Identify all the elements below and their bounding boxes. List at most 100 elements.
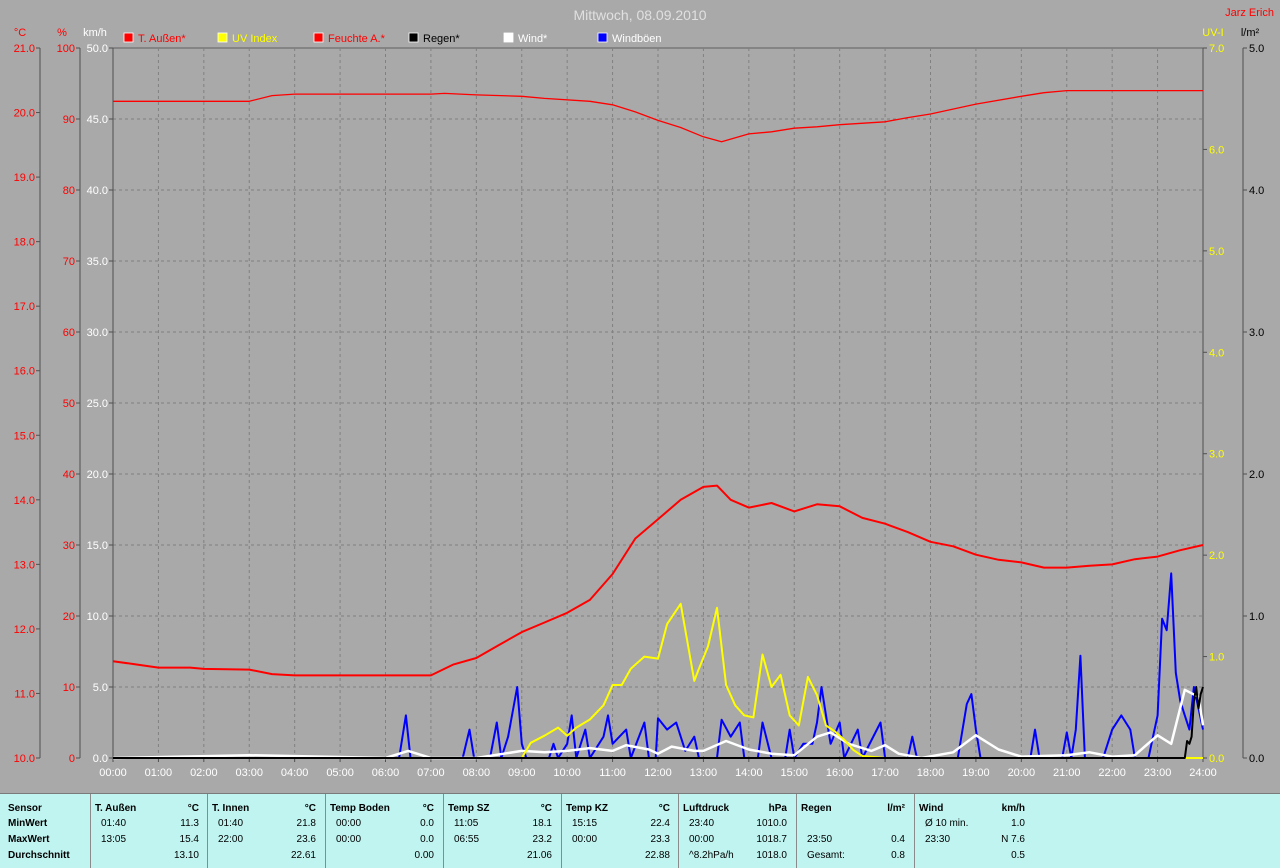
legend-label: Regen* — [423, 33, 460, 45]
series-line-t-au-en — [112, 484, 1204, 677]
humidity-axis-tick-label: 0 — [69, 753, 75, 765]
time-axis-tick-label: 01:00 — [145, 767, 173, 779]
stat-unit: °C — [187, 803, 199, 814]
legend-swatch — [313, 32, 324, 43]
legend-swatch — [123, 32, 134, 43]
temp-axis-tick-label: 10.0 — [14, 753, 35, 765]
stat-column: T. Innen °C 01:40 21.8 22:00 23.6 22.61 — [207, 794, 320, 868]
time-axis-tick-label: 12:00 — [644, 767, 672, 779]
uv-axis-tick-label: 5.0 — [1209, 246, 1224, 258]
uv-axis-tick-label: 0.0 — [1209, 753, 1224, 765]
stat-name: Temp SZ — [448, 803, 490, 814]
stat-max-time: 00:00 — [336, 834, 362, 845]
stat-name: Regen — [801, 803, 832, 814]
temp-axis-tick-label: 16.0 — [14, 366, 35, 378]
stat-avg: 22.88 — [644, 850, 670, 861]
stat-max-time: 00:00 — [572, 834, 598, 845]
stat-column: Temp Boden °C 00:00 0.0 00:00 0.0 0.00 — [325, 794, 438, 868]
stat-min-time: 11:05 — [454, 818, 479, 829]
stat-min-time: 01:40 — [101, 818, 127, 829]
stat-max-time: 00:00 — [689, 834, 715, 845]
time-axis-tick-label: 00:00 — [99, 767, 127, 779]
statistics-panel: Sensor MinWert MaxWert Durchschnitt T. A… — [0, 793, 1280, 868]
wind-axis-tick-label: 0.0 — [93, 753, 108, 765]
rain-axis-tick-label: 5.0 — [1249, 43, 1264, 55]
humidity-axis-tick-label: 10 — [63, 682, 75, 694]
stat-min-time: Ø 10 min. — [925, 818, 969, 829]
stat-unit: °C — [540, 803, 552, 814]
stat-min-time: 00:00 — [336, 818, 362, 829]
temp-axis-unit: °C — [14, 27, 26, 39]
time-axis-tick-label: 21:00 — [1053, 767, 1081, 779]
stat-max: 23.3 — [650, 834, 670, 845]
stat-row-label-max: MaxWert — [8, 834, 50, 845]
stat-avg: 1018.0 — [756, 850, 787, 861]
humidity-axis-tick-label: 40 — [63, 469, 75, 481]
humidity-axis-tick-label: 50 — [63, 398, 75, 410]
time-axis-tick-label: 14:00 — [735, 767, 763, 779]
wind-axis-tick-label: 45.0 — [87, 114, 108, 126]
wind-axis-tick-label: 20.0 — [87, 469, 108, 481]
stat-max: N 7.6 — [1001, 834, 1025, 845]
uv-axis-tick-label: 7.0 — [1209, 43, 1224, 55]
uv-axis-tick-label: 3.0 — [1209, 449, 1224, 461]
time-axis-tick-label: 10:00 — [553, 767, 581, 779]
stat-min: 22.4 — [650, 818, 670, 829]
stat-min-time: 15:15 — [572, 818, 598, 829]
time-axis-tick-label: 17:00 — [871, 767, 899, 779]
stat-max-time: 06:55 — [454, 834, 480, 845]
time-axis-tick-label: 05:00 — [326, 767, 354, 779]
stat-avg: 13.10 — [173, 850, 199, 861]
uv-axis-tick-label: 6.0 — [1209, 144, 1224, 156]
legend-label: Wind* — [518, 33, 548, 45]
legend-swatch — [408, 32, 419, 43]
rain-axis-tick-label: 3.0 — [1249, 327, 1264, 339]
stat-min-time: 01:40 — [218, 818, 244, 829]
humidity-axis-tick-label: 70 — [63, 256, 75, 268]
temp-axis-tick-label: 12.0 — [14, 624, 35, 636]
legend-label: UV Index — [232, 33, 278, 45]
rain-axis-tick-label: 1.0 — [1249, 611, 1264, 623]
stat-max: 0.4 — [891, 834, 905, 845]
wind-axis-tick-label: 35.0 — [87, 256, 108, 268]
stat-min: 18.1 — [532, 818, 552, 829]
wind-axis-unit: km/h — [83, 27, 107, 39]
stat-max-time: 22:00 — [218, 834, 244, 845]
stat-avg: 0.00 — [414, 850, 434, 861]
stat-unit: °C — [422, 803, 434, 814]
temp-axis-tick-label: 21.0 — [14, 43, 35, 55]
author-label: Jarz Erich — [1225, 7, 1274, 19]
time-axis-tick-label: 20:00 — [1008, 767, 1036, 779]
time-axis-tick-label: 09:00 — [508, 767, 536, 779]
stat-unit: °C — [658, 803, 670, 814]
legend-label: T. Außen* — [138, 33, 186, 45]
rain-axis-tick-label: 0.0 — [1249, 753, 1264, 765]
stat-avg: 0.8 — [891, 850, 905, 861]
stat-min: 0.0 — [420, 818, 434, 829]
legend-label: Windböen — [612, 33, 662, 45]
stat-avg: 22.61 — [290, 850, 316, 861]
time-axis-tick-label: 06:00 — [372, 767, 400, 779]
time-axis-tick-label: 03:00 — [235, 767, 263, 779]
chart-title: Mittwoch, 08.09.2010 — [573, 7, 706, 23]
wind-axis-tick-label: 15.0 — [87, 540, 108, 552]
wind-axis-tick-label: 25.0 — [87, 398, 108, 410]
time-axis-tick-label: 24:00 — [1189, 767, 1217, 779]
time-axis-tick-label: 08:00 — [463, 767, 491, 779]
temp-axis-tick-label: 14.0 — [14, 495, 35, 507]
stat-column: Temp SZ °C 11:05 18.1 06:55 23.2 21.06 — [443, 794, 556, 868]
time-axis-tick-label: 23:00 — [1144, 767, 1172, 779]
stat-avg-note: ^8.2hPa/h — [689, 850, 734, 861]
time-axis-tick-label: 16:00 — [826, 767, 854, 779]
stat-max: 0.0 — [420, 834, 434, 845]
stat-name: Temp Boden — [330, 803, 390, 814]
time-axis-tick-label: 22:00 — [1098, 767, 1126, 779]
wind-axis-tick-label: 30.0 — [87, 327, 108, 339]
stat-unit: °C — [304, 803, 316, 814]
stat-max: 23.6 — [296, 834, 316, 845]
humidity-axis-tick-label: 100 — [57, 43, 75, 55]
humidity-axis-tick-label: 80 — [63, 185, 75, 197]
humidity-axis-unit: % — [57, 27, 67, 39]
uv-axis-tick-label: 1.0 — [1209, 652, 1224, 664]
stat-max-time: 23:30 — [925, 834, 951, 845]
